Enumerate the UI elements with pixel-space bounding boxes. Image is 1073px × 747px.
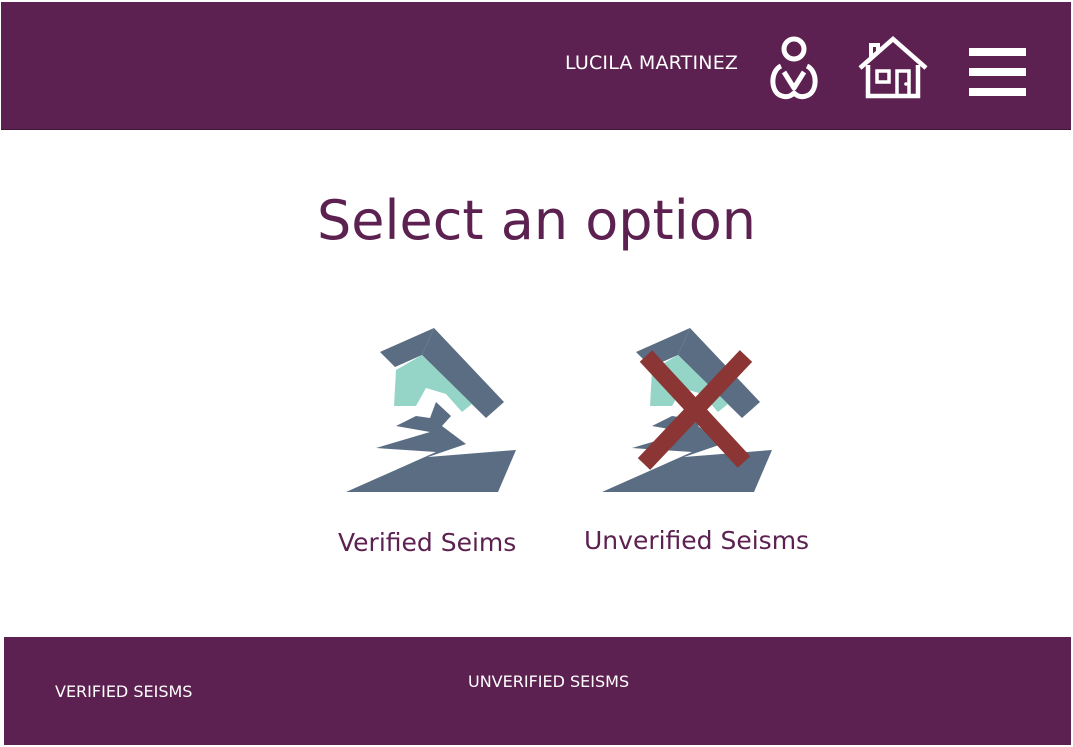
app-screen: LUCILA MARTINEZ Select an option Verifie… [0, 0, 1073, 747]
verified-seisms-option[interactable]: Verified Seims [330, 318, 540, 568]
footer-bar: VERIFIED SEISMS UNVERIFIED SEISMS [4, 637, 1071, 745]
page-title: Select an option [317, 189, 756, 252]
hamburger-menu-icon[interactable] [967, 48, 1027, 98]
unverified-seisms-label: Unverified Seisms [584, 526, 810, 555]
earthquake-house-crossed-icon [602, 328, 772, 492]
unverified-seisms-option[interactable]: Unverified Seisms [576, 318, 824, 568]
footer-link-unverified-seisms[interactable]: UNVERIFIED SEISMS [468, 672, 629, 691]
footer-link-verified-seisms[interactable]: VERIFIED SEISMS [55, 682, 192, 701]
earthquake-house-icon [346, 328, 516, 492]
home-icon[interactable] [857, 35, 929, 99]
user-name: LUCILA MARTINEZ [565, 52, 739, 74]
header-bar: LUCILA MARTINEZ [1, 2, 1071, 130]
verified-seisms-label: Verified Seims [338, 528, 517, 557]
user-icon[interactable] [767, 35, 821, 101]
